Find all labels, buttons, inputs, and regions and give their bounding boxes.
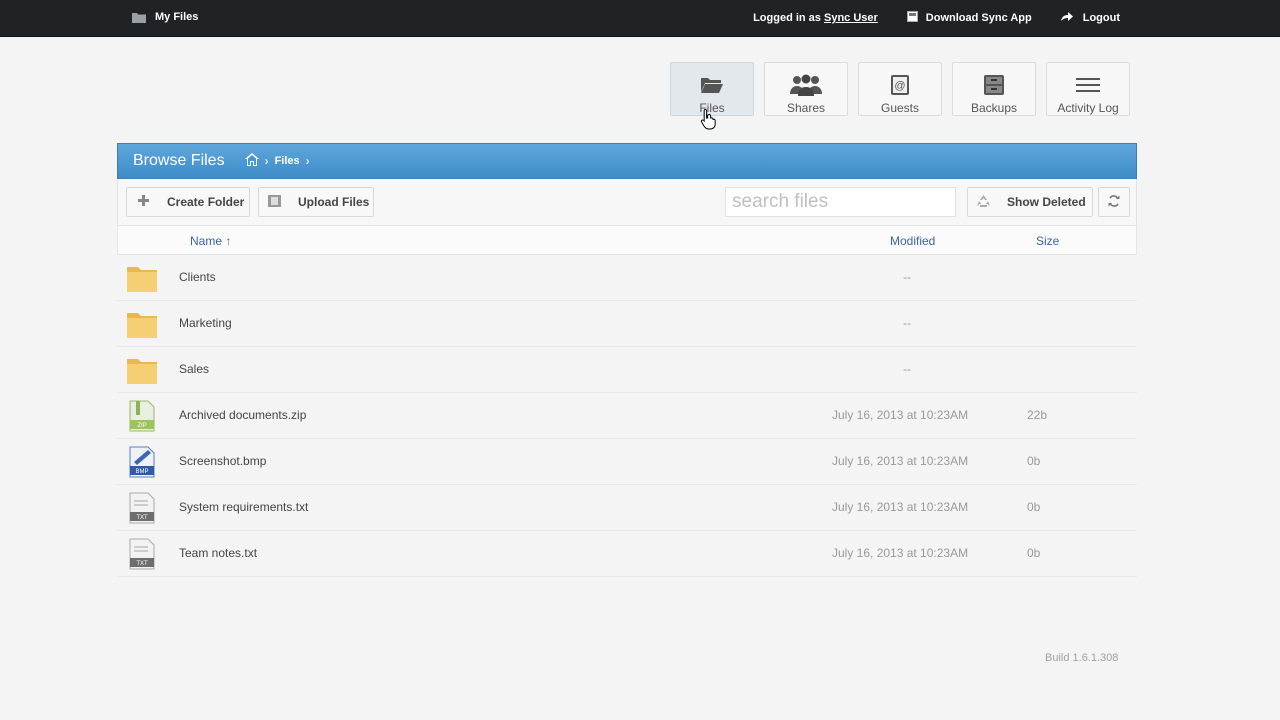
nav-tile-guests[interactable]: @ Guests — [858, 62, 942, 116]
file-size: 0b — [1027, 454, 1041, 468]
download-sync-app-link[interactable]: Download Sync App — [906, 11, 1032, 25]
file-name[interactable]: Screenshot.bmp — [179, 454, 266, 468]
panel-title: Browse Files — [133, 152, 225, 169]
zip-file-icon: ZIP — [126, 400, 158, 432]
column-headers: Name ↑ Modified Size — [117, 225, 1137, 255]
hand-cursor-icon — [700, 108, 718, 135]
file-name[interactable]: Sales — [179, 362, 209, 376]
plus-icon — [129, 195, 157, 209]
svg-text:TXT: TXT — [136, 515, 148, 521]
file-size: 22b — [1027, 408, 1048, 422]
home-icon[interactable] — [244, 153, 259, 169]
file-name[interactable]: Marketing — [179, 316, 232, 330]
breadcrumb-separator: › — [305, 154, 310, 168]
file-row[interactable]: Marketing -- — [117, 301, 1137, 347]
nav-tile-activity-log[interactable]: Activity Log — [1046, 62, 1130, 116]
panel-header: Browse Files › Files › — [117, 143, 1137, 179]
logout-icon — [1060, 11, 1073, 25]
browse-files-panel: Browse Files › Files › Create Folder Upl… — [117, 143, 1137, 577]
folder-icon — [126, 354, 158, 386]
file-modified: July 16, 2013 at 10:23AM — [832, 546, 969, 560]
bmp-file-icon: BMP — [126, 446, 158, 478]
folder-icon — [126, 262, 158, 294]
file-modified: July 16, 2013 at 10:23AM — [832, 500, 969, 514]
download-icon — [906, 11, 918, 25]
svg-text:BMP: BMP — [135, 469, 148, 475]
refresh-icon — [1108, 194, 1120, 210]
file-name[interactable]: Team notes.txt — [179, 546, 257, 560]
file-row[interactable]: TXT System requirements.txt July 16, 201… — [117, 485, 1137, 531]
create-folder-button[interactable]: Create Folder — [126, 187, 250, 217]
build-version: Build 1.6.1.308 — [1045, 652, 1119, 664]
my-files-link[interactable]: My Files — [132, 11, 198, 23]
file-name[interactable]: Archived documents.zip — [179, 408, 306, 422]
file-row[interactable]: Clients -- — [117, 255, 1137, 301]
breadcrumb: › Files › — [244, 153, 310, 169]
file-size: 0b — [1027, 500, 1041, 514]
recycle-icon — [969, 194, 997, 210]
txt-file-icon: TXT — [126, 492, 158, 524]
nav-tile-backups[interactable]: Backups — [952, 62, 1036, 116]
column-header-size[interactable]: Size — [1036, 234, 1059, 248]
file-modified: -- — [903, 316, 911, 330]
folder-icon — [132, 12, 146, 23]
list-icon — [1047, 72, 1129, 98]
search-input[interactable] — [725, 187, 956, 217]
breadcrumb-files[interactable]: Files — [275, 155, 300, 167]
user-link[interactable]: Sync User — [824, 12, 878, 24]
upload-files-button[interactable]: Upload Files — [258, 187, 374, 217]
folder-icon — [126, 308, 158, 340]
svg-text:ZIP: ZIP — [137, 423, 146, 429]
login-status: Logged in as Sync User — [753, 12, 878, 24]
contact-book-icon: @ — [859, 72, 941, 98]
refresh-button[interactable] — [1098, 187, 1130, 217]
file-row[interactable]: BMP Screenshot.bmp July 16, 2013 at 10:2… — [117, 439, 1137, 485]
column-header-modified[interactable]: Modified — [890, 234, 935, 248]
svg-text:@: @ — [894, 80, 905, 92]
breadcrumb-separator: › — [264, 154, 269, 168]
file-modified: July 16, 2013 at 10:23AM — [832, 408, 969, 422]
file-row[interactable]: Sales -- — [117, 347, 1137, 393]
file-toolbar: Create Folder Upload Files Show Deleted — [117, 179, 1137, 225]
column-header-name[interactable]: Name ↑ — [190, 234, 231, 248]
file-modified: -- — [903, 362, 911, 376]
file-name[interactable]: System requirements.txt — [179, 500, 308, 514]
file-size: 0b — [1027, 546, 1041, 560]
svg-text:TXT: TXT — [136, 561, 148, 567]
file-list: Clients -- Marketing -- Sales -- ZIP Arc… — [117, 255, 1137, 577]
file-name[interactable]: Clients — [179, 270, 216, 284]
folder-open-icon — [671, 72, 753, 98]
users-icon — [765, 72, 847, 98]
top-bar: My Files Logged in as Sync User Download… — [0, 0, 1280, 37]
file-modified: -- — [903, 270, 911, 284]
txt-file-icon: TXT — [126, 538, 158, 570]
logout-link[interactable]: Logout — [1060, 11, 1120, 25]
main-nav: Files Shares @ Guests Backups Activity L… — [670, 62, 1130, 116]
show-deleted-button[interactable]: Show Deleted — [967, 187, 1093, 217]
my-files-label: My Files — [155, 11, 199, 23]
upload-icon — [260, 194, 288, 210]
file-row[interactable]: TXT Team notes.txt July 16, 2013 at 10:2… — [117, 531, 1137, 577]
file-modified: July 16, 2013 at 10:23AM — [832, 454, 969, 468]
nav-tile-shares[interactable]: Shares — [764, 62, 848, 116]
archive-box-icon — [953, 72, 1035, 98]
file-row[interactable]: ZIP Archived documents.zip July 16, 2013… — [117, 393, 1137, 439]
